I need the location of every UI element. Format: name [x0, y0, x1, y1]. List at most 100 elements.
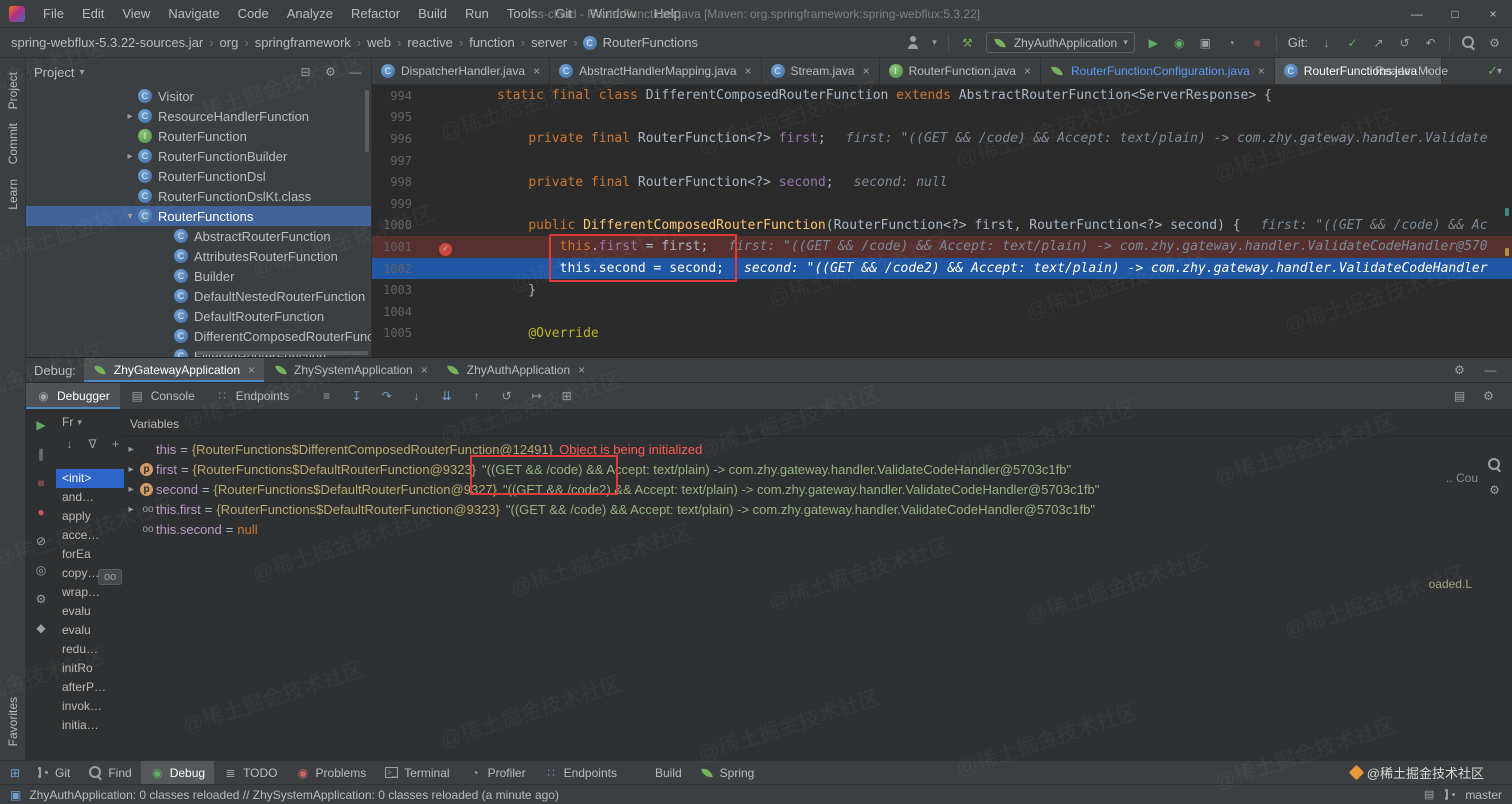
show-execution-point-icon[interactable]: ↧ [349, 389, 364, 404]
code-line[interactable]: 1004 [372, 301, 1512, 323]
toolwindow-stripe-project[interactable]: Project [6, 72, 20, 109]
frame-item[interactable]: evalu [56, 602, 124, 621]
menu-code[interactable]: Code [229, 0, 278, 28]
menu-refactor[interactable]: Refactor [342, 0, 409, 28]
close-icon[interactable]: × [745, 64, 752, 78]
sort-icon[interactable]: ↓ [62, 437, 77, 452]
profiler-icon[interactable]: ◔ [1224, 35, 1239, 50]
stop-icon[interactable]: ■ [34, 475, 49, 490]
run-configuration-select[interactable]: ZhyAuthApplication ▾ [985, 32, 1135, 53]
resume-icon[interactable]: ▶ [34, 417, 49, 432]
line-number[interactable]: 1004 [372, 305, 440, 319]
expand-icon[interactable]: ▸ [122, 504, 140, 515]
close-icon[interactable]: × [533, 64, 540, 78]
hide-icon[interactable]: — [1483, 363, 1498, 378]
breadcrumb-item[interactable]: web [366, 35, 392, 50]
code-line[interactable]: 1002 this.second = second; second: "((GET… [372, 257, 1512, 280]
breadcrumb-item[interactable]: RouterFunctions [602, 35, 699, 50]
restore-layout-icon[interactable]: ▤ [1452, 389, 1467, 404]
debug-tab-console[interactable]: ▤ Console [120, 383, 205, 409]
tree-item-differentcomposedrouterfunct[interactable]: C DifferentComposedRouterFunct [26, 326, 371, 346]
tree-item-defaultnestedrouterfunction[interactable]: C DefaultNestedRouterFunction [26, 286, 371, 306]
chevron-down-icon[interactable]: ▾ [932, 37, 937, 48]
expand-icon[interactable]: ▸ [122, 484, 140, 495]
pin-icon[interactable]: ◆ [34, 620, 49, 635]
frame-item[interactable]: acce… [56, 526, 124, 545]
history-icon[interactable]: ↺ [1397, 35, 1412, 50]
step-over-icon[interactable]: ↷ [379, 389, 394, 404]
frame-item[interactable]: and… [56, 488, 124, 507]
menu-analyze[interactable]: Analyze [278, 0, 342, 28]
code-editor[interactable]: 994 static final class DifferentComposedR… [372, 85, 1512, 345]
settings-icon[interactable]: ⚙ [1481, 389, 1496, 404]
step-into-icon[interactable]: ↓ [409, 389, 424, 404]
line-number[interactable]: 1003 [372, 283, 440, 297]
toolwindow-stripe-learn[interactable]: Learn [6, 179, 20, 210]
breadcrumb-item[interactable]: spring-webflux-5.3.22-sources.jar [10, 35, 204, 50]
code-line[interactable]: 997 [372, 150, 1512, 172]
close-button[interactable]: × [1474, 0, 1512, 28]
debug-settings-icon[interactable]: ⚙ [34, 591, 49, 606]
editor-tab[interactable]: C Stream.java × [762, 58, 880, 84]
menu-file[interactable]: File [34, 0, 73, 28]
tree-item-routerfunctiondsl[interactable]: C RouterFunctionDsl [26, 166, 371, 186]
collapse-all-icon[interactable]: ⊟ [298, 65, 313, 80]
line-number[interactable]: 996 [372, 132, 440, 146]
frames-header[interactable]: Fr ▾ [56, 411, 124, 433]
search-icon[interactable] [1461, 35, 1476, 50]
line-number[interactable]: 1005 [372, 326, 440, 340]
toolwindow-button-build[interactable]: Build [626, 761, 691, 784]
variable-row[interactable]: oo this.second = null [122, 519, 1512, 539]
search-icon[interactable] [1487, 457, 1502, 472]
tree-item-defaultrouterfunction[interactable]: C DefaultRouterFunction [26, 306, 371, 326]
frame-item[interactable]: forEa [56, 545, 124, 564]
close-icon[interactable]: × [863, 64, 870, 78]
line-number[interactable]: 994 [372, 89, 440, 103]
add-watch-icon[interactable]: + [108, 437, 123, 452]
push-icon[interactable]: ↗ [1371, 35, 1386, 50]
frame-item[interactable]: <init> [56, 469, 124, 488]
pause-icon[interactable]: ∥ [34, 446, 49, 461]
expand-icon[interactable]: ▸ [122, 464, 140, 475]
tree-item-routerfunction[interactable]: I RouterFunction [26, 126, 371, 146]
frame-item[interactable]: invok… [56, 697, 124, 716]
hide-icon[interactable]: — [348, 65, 363, 80]
toolwindow-button-find[interactable]: Find [79, 761, 140, 784]
menu-run[interactable]: Run [456, 0, 498, 28]
rollback-icon[interactable]: ↶ [1423, 35, 1438, 50]
menu-view[interactable]: View [113, 0, 159, 28]
commit-icon[interactable]: ✓ [1345, 35, 1360, 50]
debug-session-tab[interactable]: ZhyGatewayApplication × [83, 358, 265, 382]
code-line[interactable]: 998 private final RouterFunction<?> seco… [372, 171, 1512, 193]
line-number[interactable]: 1001 ✓ [372, 240, 452, 256]
drop-frame-icon[interactable]: ↺ [499, 389, 514, 404]
toolwindow-button-profiler[interactable]: ◔ Profiler [459, 761, 535, 784]
toolwindow-quick-access-icon[interactable]: ⊞ [4, 766, 26, 780]
project-panel-title[interactable]: Project [34, 65, 74, 80]
frame-item[interactable]: wrap… [56, 583, 124, 602]
code-line[interactable]: 1003 } [372, 279, 1512, 301]
breakpoint-icon[interactable]: ✓ [439, 242, 452, 256]
editor-tab[interactable]: C AbstractHandlerMapping.java × [550, 58, 762, 84]
minimize-button[interactable]: — [1398, 0, 1436, 28]
toolwindow-button-endpoints[interactable]: ∷ Endpoints [535, 761, 626, 784]
tree-expand-icon[interactable]: ▸ [122, 111, 138, 122]
stop-icon[interactable]: ■ [1250, 35, 1265, 50]
settings-icon[interactable]: ⚙ [1452, 363, 1467, 378]
step-out-icon[interactable]: ↑ [469, 389, 484, 404]
settings-icon[interactable]: ⚙ [323, 65, 338, 80]
close-icon[interactable]: × [248, 363, 255, 377]
variable-row[interactable]: ▸ this = {RouterFunctions$DifferentComposed… [122, 439, 1512, 459]
frame-item[interactable]: afterP… [56, 678, 124, 697]
breadcrumb-item[interactable]: reactive [406, 35, 454, 50]
frame-item[interactable]: apply [56, 507, 124, 526]
hidden-tabs-icon[interactable]: ▾ [1497, 66, 1512, 77]
build-hammer-icon[interactable]: ⚒ [960, 35, 975, 50]
code-line[interactable]: 995 [372, 107, 1512, 129]
project-horizontal-scrollbar[interactable] [196, 351, 368, 355]
settings-icon[interactable]: ⚙ [1487, 482, 1502, 497]
code-line[interactable]: 1001 ✓ this.first = first; first: "((GET &… [372, 236, 1512, 258]
toolwindow-button-problems[interactable]: ◉ Problems [287, 761, 376, 784]
breadcrumb-item[interactable]: springframework [254, 35, 352, 50]
evaluate-expression-icon[interactable]: ⊞ [559, 389, 574, 404]
